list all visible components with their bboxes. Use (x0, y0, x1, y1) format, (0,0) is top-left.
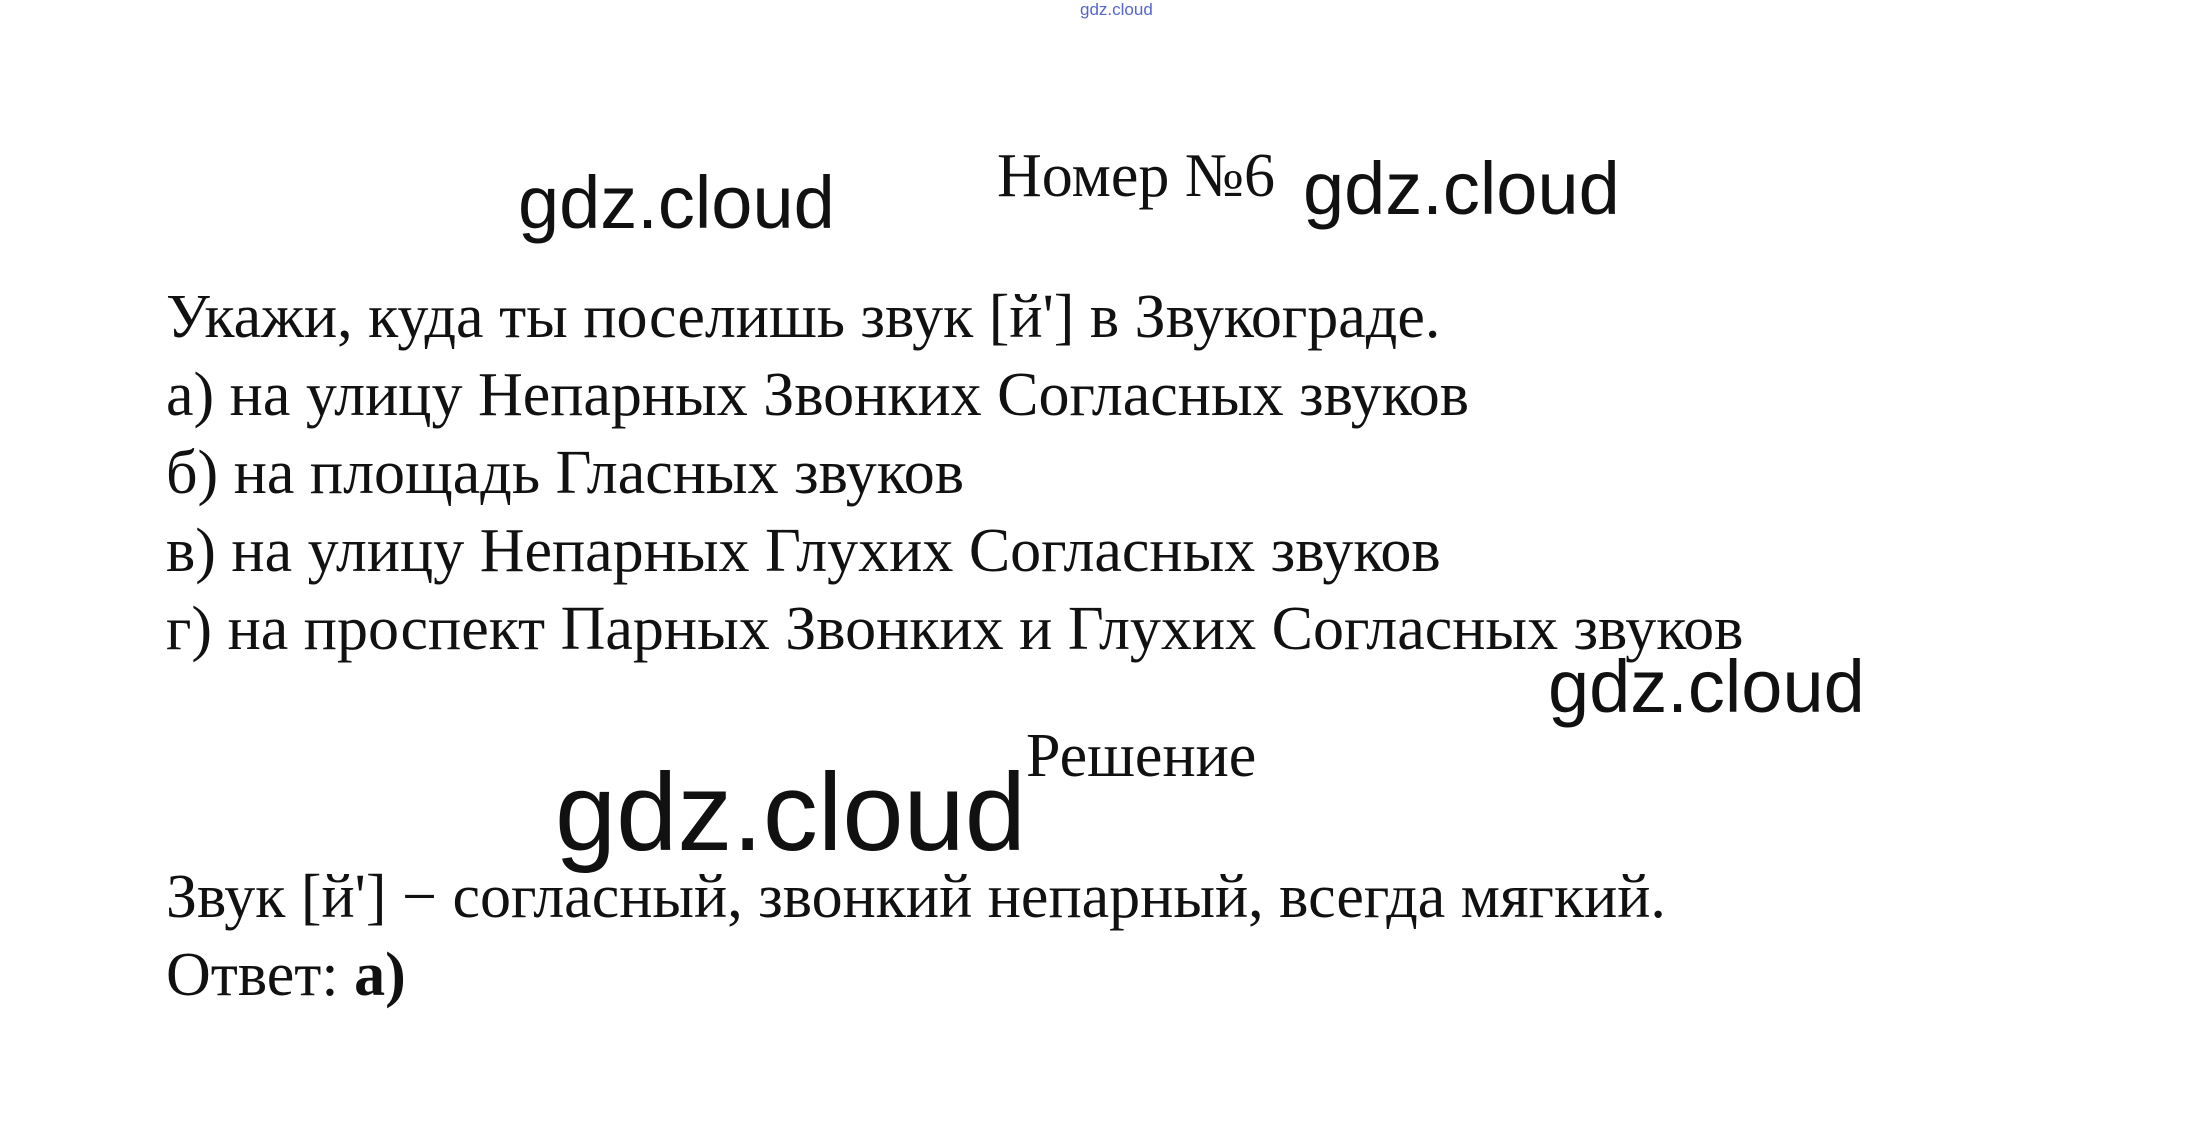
solution-heading: Решение (1026, 722, 1257, 790)
task-option-g: г) на проспект Парных Звонких и Глухих С… (166, 595, 1744, 663)
task-question: Укажи, куда ты поселишь звук [й'] в Звук… (166, 283, 1441, 351)
watermark-small: gdz.cloud (1080, 0, 1153, 19)
task-option-a: а) на улицу Непарных Звонких Согласных з… (166, 361, 1469, 429)
answer-value: а) (354, 941, 406, 1009)
answer-line: Ответ: а) (166, 936, 1666, 1014)
watermark: gdz.cloud (1303, 147, 1620, 230)
watermark: gdz.cloud (555, 751, 1026, 874)
answer-label: Ответ: (166, 941, 355, 1009)
task-option-b: б) на площадь Гласных звуков (166, 439, 964, 507)
page-title: Номер №6 (997, 142, 1276, 210)
task-option-v: в) на улицу Непарных Глухих Согласных зв… (166, 517, 1441, 585)
solution-block: Звук [й'] − согласный, звонкий непарный,… (166, 858, 1666, 1014)
watermark: gdz.cloud (1548, 645, 1865, 728)
task-block: Укажи, куда ты поселишь звук [й'] в Звук… (166, 278, 1743, 668)
solution-explanation: Звук [й'] − согласный, звонкий непарный,… (166, 863, 1666, 931)
watermark: gdz.cloud (518, 161, 835, 244)
